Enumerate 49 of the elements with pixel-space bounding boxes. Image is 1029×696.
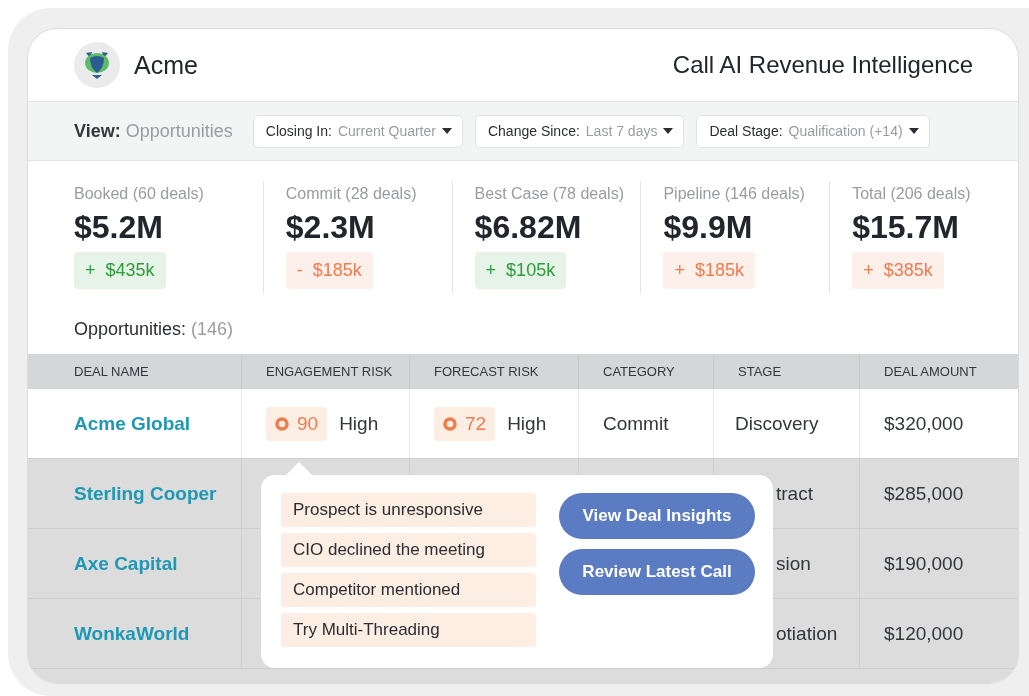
ring-icon (275, 416, 289, 431)
metric-amount: $15.7M (852, 209, 959, 246)
filter-dropdown[interactable]: Deal Stage: Qualification (+14) (696, 114, 930, 148)
filter-dropdown[interactable]: Change Since: Last 7 days (474, 114, 685, 148)
app-title: Call AI Revenue Intelligence (672, 51, 973, 79)
metric-label: Pipeline (146 deals) (663, 185, 805, 203)
table-cell: $190,000 (884, 552, 964, 575)
action-button[interactable]: View Deal Insights (559, 493, 755, 539)
filter-dropdown[interactable]: Closing In: Current Quarter (252, 114, 463, 148)
metric-amount: $9.9M (663, 209, 753, 246)
delta-badge: + $385k (852, 252, 944, 289)
delta-badge: + $435k (74, 252, 166, 289)
table-cell: tract (776, 482, 813, 505)
caret-icon (441, 128, 452, 134)
table-cell: $285,000 (884, 482, 964, 505)
table-cell: $320,000 (884, 412, 964, 435)
metric-amount: $2.3M (285, 209, 375, 246)
metric-label: Best Case (78 deals) (474, 185, 624, 203)
insight-chip: Try Multi-Threading (281, 613, 536, 647)
metric-label: Booked (60 deals) (74, 185, 204, 203)
section-title: Opportunities: (146) (74, 319, 234, 339)
ring-icon (443, 416, 457, 431)
table-cell: $120,000 (884, 622, 964, 645)
metric-label: Total (206 deals) (852, 185, 971, 203)
table-row[interactable]: Acme Global 90 High 72 High Commit Discovery $320,000 (28, 389, 1018, 459)
delta-badge: - $185k (285, 252, 373, 289)
caret-icon (908, 128, 919, 134)
delta-badge: + $185k (663, 252, 755, 289)
insight-chip: Competitor mentioned (281, 573, 536, 607)
insight-chip: CIO declined the meeting (281, 533, 536, 567)
risk-score-badge: 90 (266, 406, 328, 441)
action-button[interactable]: Review Latest Call (559, 549, 755, 595)
table-cell: sion (776, 552, 811, 575)
shield-logo-icon (83, 50, 111, 80)
risk-level: High (507, 412, 547, 435)
metric-amount: $6.82M (474, 209, 582, 246)
metric-amount: $5.2M (74, 209, 163, 246)
risk-level: High (339, 412, 379, 435)
delta-badge: + $105k (474, 252, 567, 289)
brand-name: Acme (134, 50, 198, 80)
column-header: DEAL NAME (73, 363, 150, 381)
view-label: View: Opportunities (74, 120, 233, 142)
table-cell: Commit (603, 412, 669, 435)
caret-icon (663, 128, 674, 134)
table-cell: Discovery (735, 412, 819, 435)
insight-chip: Prospect is unresponsive (281, 493, 536, 527)
metric-label: Commit (28 deals) (285, 185, 417, 203)
risk-score-badge: 72 (434, 406, 496, 441)
table-cell: otiation (776, 622, 838, 645)
